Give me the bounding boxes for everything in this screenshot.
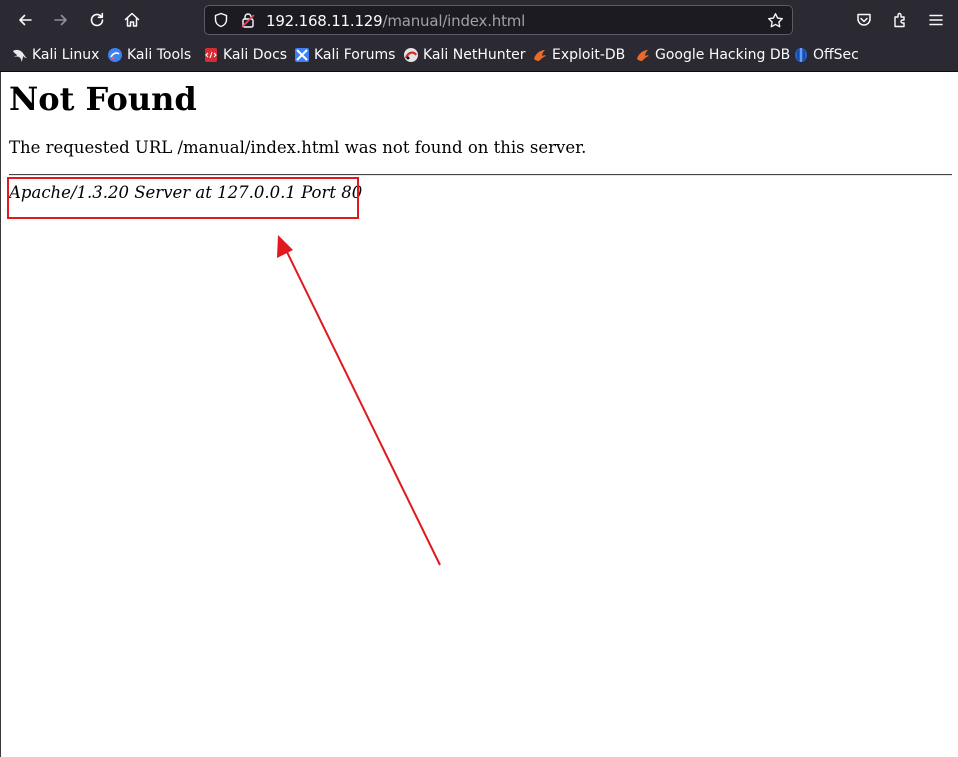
reload-button[interactable] [83, 6, 111, 34]
pocket-icon [857, 13, 871, 26]
insecure-lock-icon[interactable] [240, 12, 256, 29]
divider [9, 174, 952, 176]
extensions-icon [894, 12, 905, 28]
bookmark-label: OffSec [813, 47, 859, 63]
bookmark-offsec[interactable]: OffSec [793, 47, 859, 63]
arrow-left-icon [19, 14, 32, 26]
hamburger-menu-icon [929, 14, 943, 26]
bookmark-label: Exploit-DB [552, 47, 626, 63]
kali-forums-icon [295, 48, 309, 62]
bookmarks-toolbar: Kali Linux Kali Tools Kali Docs Kali For… [0, 40, 958, 72]
bookmark-kali-forums[interactable]: Kali Forums [294, 47, 395, 63]
offsec-icon [795, 48, 807, 62]
page-content: Not Found The requested URL /manual/inde… [0, 72, 958, 757]
bookmark-kali-linux[interactable]: Kali Linux [12, 47, 99, 63]
ghdb-icon [637, 50, 649, 61]
annotation-highlight-box [7, 177, 359, 219]
browser-toolbar: 192.168.11.129/manual/index.html [0, 0, 958, 40]
bookmark-kali-nethunter[interactable]: Kali NetHunter [403, 47, 525, 63]
bookmark-label: Kali NetHunter [423, 47, 526, 63]
bookmark-kali-tools[interactable]: Kali Tools [107, 47, 191, 63]
url-host: 192.168.11.129 [266, 12, 383, 30]
exploit-db-icon [534, 50, 546, 61]
app-menu-button[interactable] [922, 6, 950, 34]
bookmark-exploit-db[interactable]: Exploit-DB [532, 47, 625, 63]
bookmark-label: Google Hacking DB [655, 47, 791, 63]
kali-dragon-icon [13, 49, 27, 62]
nethunter-icon [404, 48, 418, 62]
bookmark-label: Kali Tools [127, 47, 192, 63]
pocket-button[interactable] [850, 6, 878, 34]
extensions-button[interactable] [886, 6, 914, 34]
home-button[interactable] [118, 6, 146, 34]
bookmark-google-hacking-db[interactable]: Google Hacking DB [635, 47, 790, 63]
bookmark-label: Kali Forums [314, 47, 396, 63]
arrow-right-icon [54, 14, 67, 26]
page-title: Not Found [9, 80, 197, 118]
kali-docs-icon [205, 48, 217, 62]
bookmark-label: Kali Linux [32, 47, 100, 63]
bookmark-kali-docs[interactable]: Kali Docs [203, 47, 287, 63]
reload-icon [90, 12, 104, 27]
url-text[interactable]: 192.168.11.129/manual/index.html [266, 12, 525, 30]
forward-button[interactable] [47, 6, 75, 34]
star-icon[interactable] [767, 12, 784, 29]
bookmark-label: Kali Docs [223, 47, 288, 63]
kali-tools-icon [108, 48, 122, 62]
url-path: /manual/index.html [382, 12, 526, 30]
error-message: The requested URL /manual/index.html was… [9, 138, 587, 157]
back-button[interactable] [11, 6, 39, 34]
home-icon [124, 12, 140, 27]
shield-icon[interactable] [213, 12, 229, 28]
url-bar[interactable]: 192.168.11.129/manual/index.html [204, 5, 793, 35]
